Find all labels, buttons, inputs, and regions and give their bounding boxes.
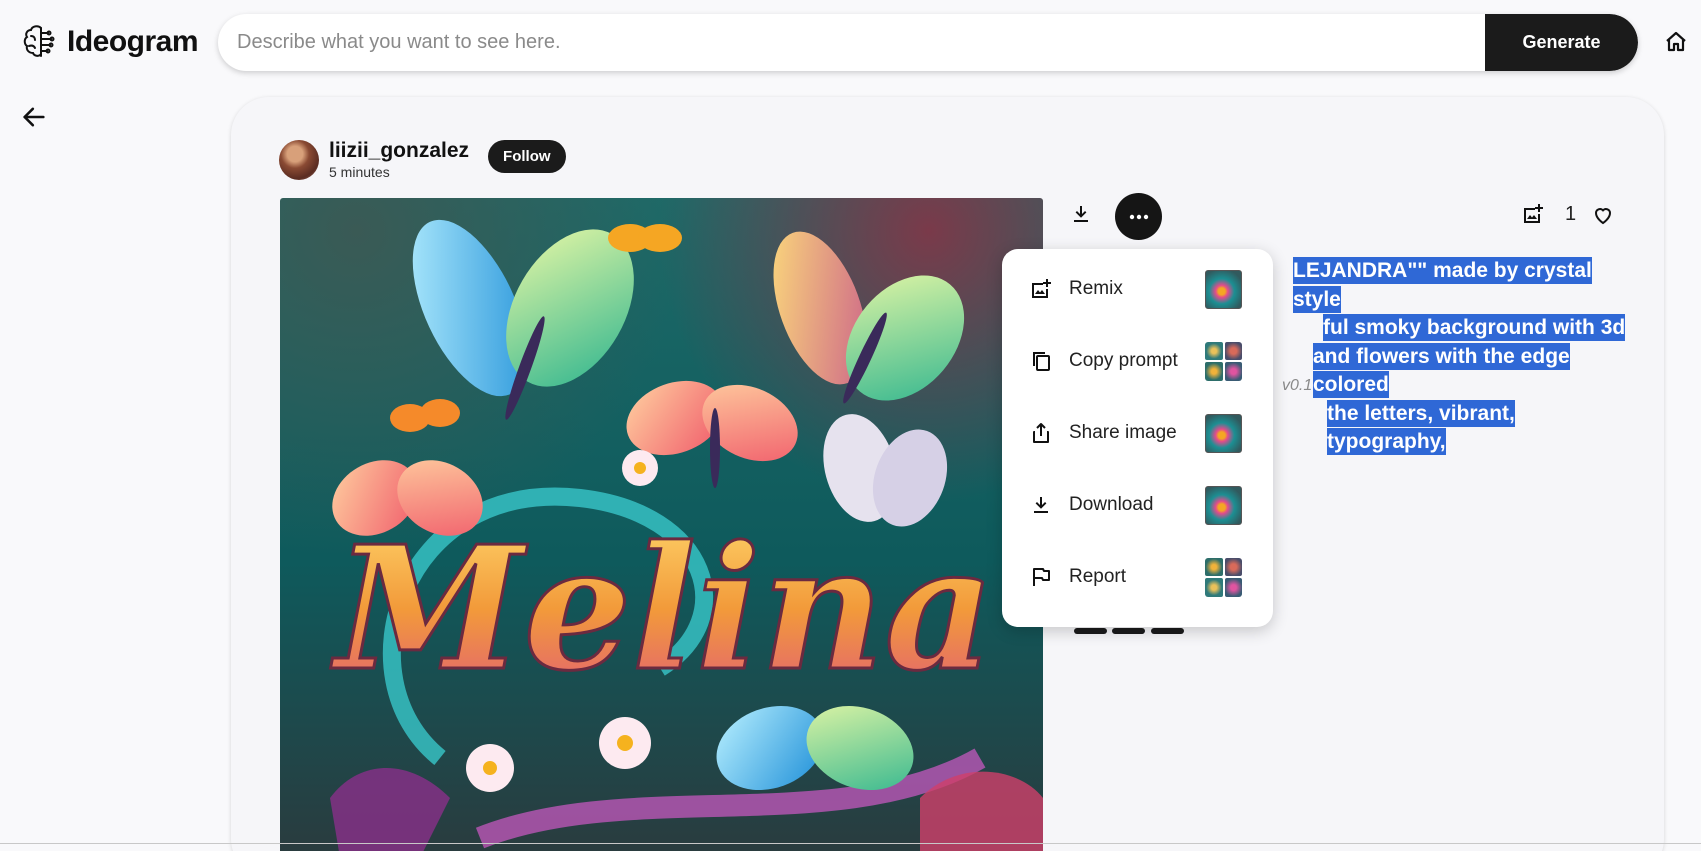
remix-icon[interactable] xyxy=(1521,202,1545,226)
menu-item-download[interactable]: Download xyxy=(1002,469,1273,541)
prompt-input[interactable] xyxy=(218,14,1485,71)
menu-item-share-image[interactable]: Share image xyxy=(1002,397,1273,469)
model-version: v0.1 xyxy=(1282,377,1313,394)
post-author: liizii_gonzalez 5 minutes Follow xyxy=(279,139,566,180)
prompt-line: LEJANDRA"" made by crystal style xyxy=(1293,257,1592,313)
menu-item-label: Download xyxy=(1069,494,1154,515)
brain-icon xyxy=(23,25,55,57)
back-button[interactable] xyxy=(20,103,48,131)
thumbnail-grid xyxy=(1205,341,1242,381)
remix-icon xyxy=(1032,279,1051,298)
menu-item-report[interactable]: Report xyxy=(1002,541,1273,613)
menu-item-copy-prompt[interactable]: Copy prompt xyxy=(1002,325,1273,397)
more-options-menu: Remix Copy prompt Share image Download R… xyxy=(1002,249,1273,627)
generated-artwork: Melina xyxy=(329,219,1043,851)
home-icon xyxy=(1666,31,1686,52)
menu-item-remix[interactable]: Remix xyxy=(1002,253,1273,325)
generate-button[interactable]: Generate xyxy=(1485,14,1638,71)
menu-item-label: Report xyxy=(1069,566,1127,587)
post-card: liizii_gonzalez 5 minutes Follow Melina … xyxy=(231,97,1664,851)
username[interactable]: liizii_gonzalez xyxy=(329,139,469,163)
more-options-button[interactable] xyxy=(1115,193,1162,240)
style-tag[interactable] xyxy=(1112,628,1145,634)
app-name: Ideogram xyxy=(67,25,199,58)
viewport-divider xyxy=(0,843,1701,844)
download-icon[interactable] xyxy=(1069,202,1093,226)
prompt-line: and flowers with the edge colored xyxy=(1313,342,1570,398)
thumbnail-grid xyxy=(1205,557,1242,597)
follow-button[interactable]: Follow xyxy=(488,140,566,173)
copy-icon xyxy=(1033,352,1050,371)
home-button[interactable] xyxy=(1662,28,1690,56)
heart-icon[interactable] xyxy=(1591,203,1615,227)
more-horizontal-icon xyxy=(1129,214,1148,219)
share-icon xyxy=(1033,423,1049,443)
ideogram-logo[interactable]: Ideogram xyxy=(19,22,199,62)
prompt-line: ful smoky background with 3d xyxy=(1323,314,1626,341)
flag-icon xyxy=(1033,568,1050,586)
prompt-bar: Generate xyxy=(218,14,1638,71)
post-timestamp: 5 minutes xyxy=(329,164,390,180)
avatar[interactable] xyxy=(279,139,319,180)
thumbnail xyxy=(1205,269,1242,309)
prompt-line: the letters, vibrant, typography, xyxy=(1327,399,1515,455)
arrow-left-icon xyxy=(23,107,45,127)
menu-item-label: Remix xyxy=(1069,278,1123,299)
download-icon xyxy=(1034,497,1048,513)
style-tag[interactable] xyxy=(1151,628,1184,634)
image-lettering: Melina xyxy=(330,509,994,709)
like-count: 1 xyxy=(1565,203,1577,225)
style-tag[interactable] xyxy=(1074,628,1107,634)
menu-item-label: Share image xyxy=(1069,422,1177,443)
thumbnail xyxy=(1205,485,1242,525)
generated-image[interactable]: Melina xyxy=(280,198,1043,851)
menu-item-label: Copy prompt xyxy=(1069,350,1178,371)
thumbnail xyxy=(1205,413,1242,453)
